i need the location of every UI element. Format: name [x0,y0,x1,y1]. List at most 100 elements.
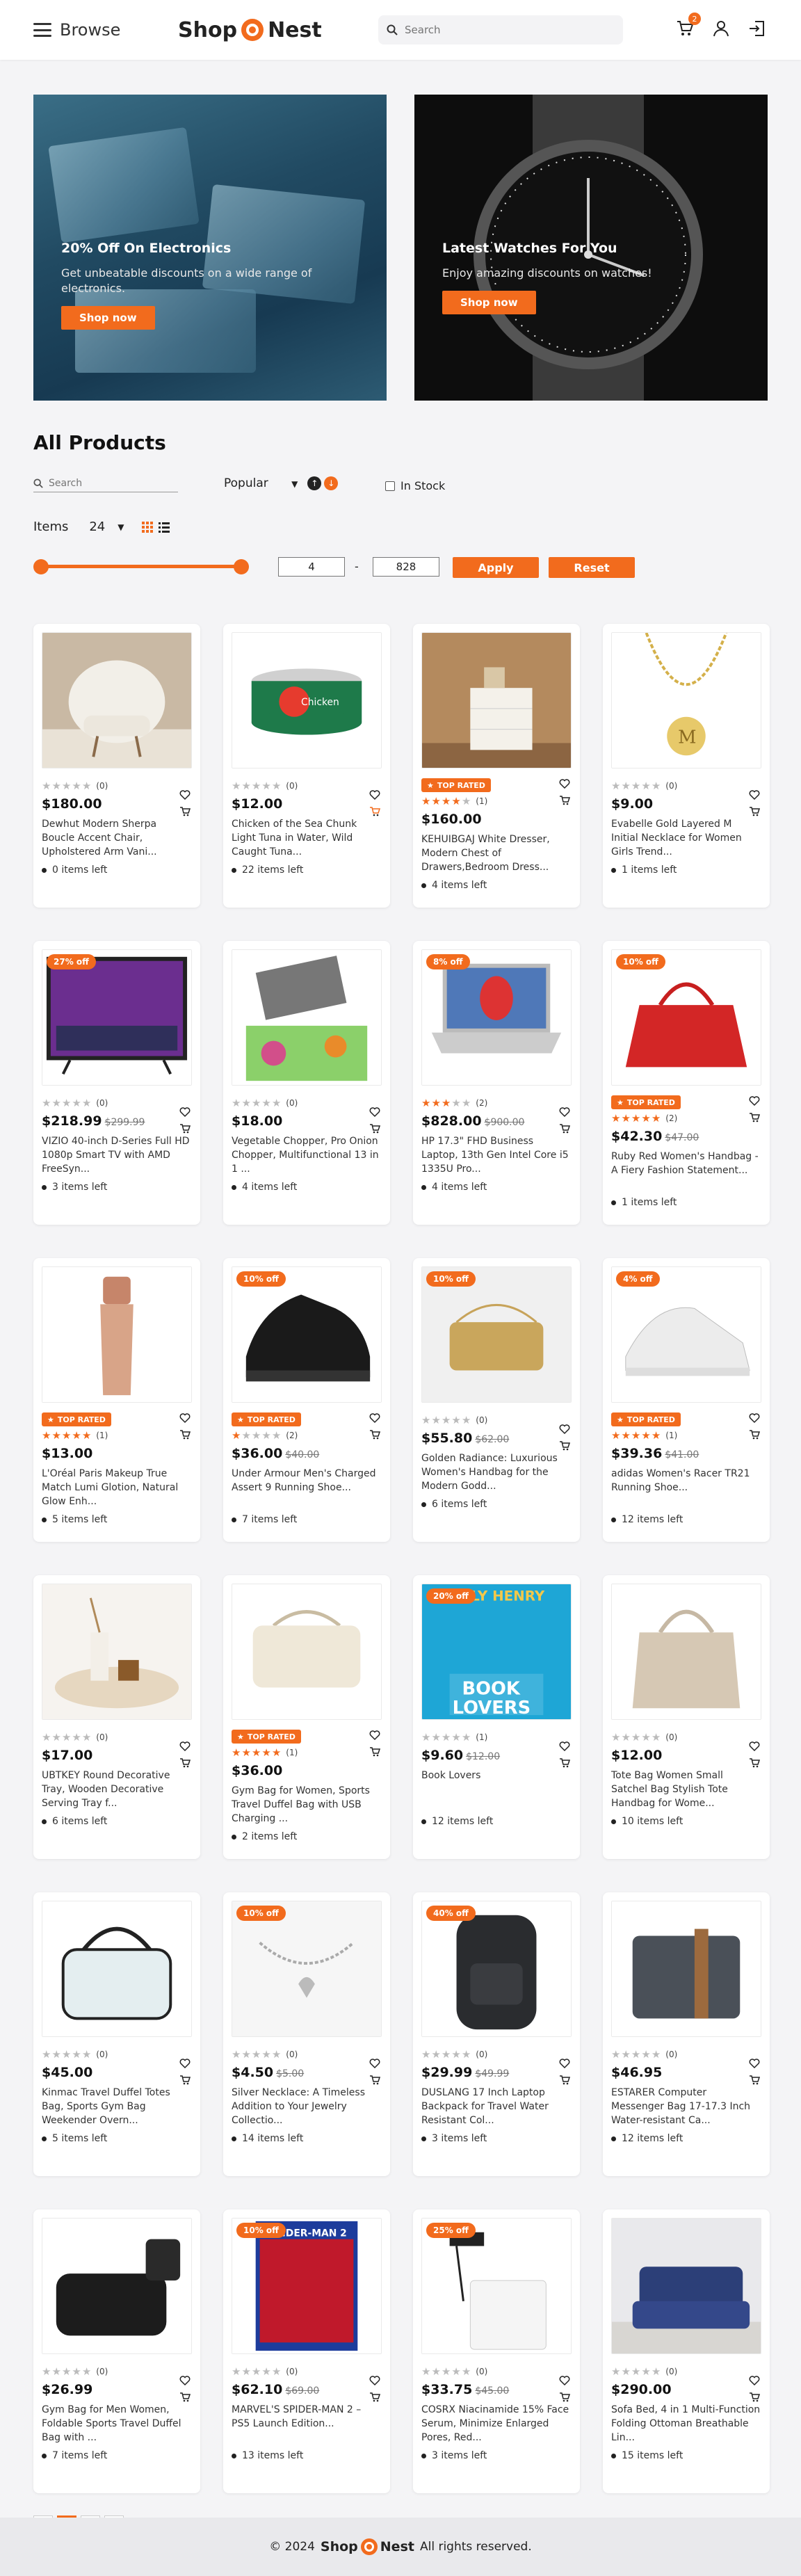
product-card[interactable]: ★★★★★ (0) $18.00 Vegetable Chopper, Pro Oni… [223,941,390,1225]
add-to-cart-icon[interactable] [179,806,191,817]
product-card[interactable]: ★ TOP RATED ★★★★★ (1) $160.00 KEHUIBGAJ White… [413,624,580,908]
add-to-cart-icon[interactable] [749,806,760,817]
product-image[interactable] [232,1584,382,1720]
product-card[interactable]: ★★★★★ (0) $45.00 Kinmac Travel Duffel Totes… [33,1892,200,2176]
add-to-cart-icon[interactable] [749,1112,760,1123]
add-to-cart-icon[interactable] [559,2392,570,2403]
product-card[interactable]: Chicken ★★★★★ (0) $12.00 Chicken of the Sea … [223,624,390,908]
heart-icon[interactable] [749,1095,760,1106]
product-image[interactable]: 10% off [611,949,761,1086]
heart-icon[interactable] [369,1106,380,1118]
product-name[interactable]: Dewhut Modern Sherpa Boucle Accent Chair… [42,817,192,859]
product-name[interactable]: Under Armour Men's Charged Assert 9 Runn… [232,1467,382,1508]
price-max-input[interactable]: 828 [373,557,439,577]
in-stock-checkbox[interactable] [385,481,395,491]
add-to-cart-icon[interactable] [179,1757,191,1769]
product-image[interactable]: 8% off [421,949,572,1086]
sort-descending-icon[interactable]: ↓ [324,476,339,490]
product-image[interactable] [42,2218,192,2354]
heart-icon[interactable] [179,789,191,800]
product-image[interactable] [611,1901,761,2037]
product-name[interactable]: Kinmac Travel Duffel Totes Bag, Sports G… [42,2086,192,2127]
shop-now-button[interactable]: Shop now [61,306,155,330]
heart-icon[interactable] [559,1424,570,1435]
add-to-cart-icon[interactable] [369,1123,380,1134]
product-card[interactable]: M ★★★★★ (0) $9.00 Evabelle Gold Layered M In… [603,624,770,908]
product-card[interactable]: ★★★★★ (0) $46.95 ESTARER Computer Messenger… [603,1892,770,2176]
slider-max-handle[interactable] [234,559,249,574]
heart-icon[interactable] [369,1730,380,1741]
heart-icon[interactable] [749,789,760,800]
items-per-page-select[interactable]: 24 ▼ [89,520,124,534]
product-name[interactable]: Silver Necklace: A Timeless Addition to … [232,2086,382,2127]
product-image[interactable]: 10% off [232,1266,382,1403]
heart-icon[interactable] [749,2375,760,2386]
product-card[interactable]: 10% off SPIDER-MAN 2 ★★★★★ (0) $62.10 $69.00 M… [223,2209,390,2493]
product-image[interactable]: 10% off [232,1901,382,2037]
product-name[interactable]: DUSLANG 17 Inch Laptop Backpack for Trav… [421,2086,572,2127]
heart-icon[interactable] [559,1106,570,1118]
product-image[interactable]: 40% off [421,1901,572,2037]
product-image[interactable]: M [611,632,761,768]
product-image[interactable]: 27% off [42,949,192,1086]
shop-now-button[interactable]: Shop now [442,291,536,314]
cart-button[interactable]: 2 [674,13,701,39]
product-image[interactable]: 25% off [421,2218,572,2354]
product-image[interactable] [611,2218,761,2354]
product-name[interactable]: KEHUIBGAJ White Dresser, Modern Chest of… [421,832,572,874]
list-view-icon[interactable] [158,521,170,533]
product-name[interactable]: Gym Bag for Women, Sports Travel Duffel … [232,1784,382,1826]
product-image[interactable] [611,1584,761,1720]
product-image[interactable]: 10% off [421,1266,572,1403]
add-to-cart-icon[interactable] [369,806,380,817]
product-name[interactable]: Gym Bag for Men Women, Foldable Sports T… [42,2403,192,2445]
add-to-cart-icon[interactable] [559,1440,570,1451]
product-image[interactable] [42,1266,192,1403]
product-image[interactable] [42,632,192,768]
heart-icon[interactable] [179,1106,191,1118]
add-to-cart-icon[interactable] [369,2392,380,2403]
heart-icon[interactable] [559,2375,570,2386]
product-search-input[interactable] [49,478,167,489]
heart-icon[interactable] [559,2058,570,2069]
product-card[interactable]: 10% off ★★★★★ (0) $4.50 $5.00 Silver Necklace… [223,1892,390,2176]
add-to-cart-icon[interactable] [749,2075,760,2086]
add-to-cart-icon[interactable] [179,2392,191,2403]
product-name[interactable]: Book Lovers [421,1769,572,1810]
heart-icon[interactable] [749,1412,760,1424]
product-image[interactable] [421,632,572,768]
logout-button[interactable] [747,18,768,39]
heart-icon[interactable] [179,2058,191,2069]
reset-button[interactable]: Reset [549,557,635,578]
product-card[interactable]: 40% off ★★★★★ (0) $29.99 $49.99 DUSLANG 17 In… [413,1892,580,2176]
product-name[interactable]: Tote Bag Women Small Satchel Bag Stylish… [611,1769,761,1810]
product-name[interactable]: adidas Women's Racer TR21 Running Shoe..… [611,1467,761,1508]
product-card[interactable]: 20% off EMILY HENRY BOOK LOVERS ★★★★★ (1) $9.6… [413,1575,580,1859]
add-to-cart-icon[interactable] [749,2392,760,2403]
product-image[interactable] [232,949,382,1086]
product-image[interactable] [42,1901,192,2037]
product-card[interactable]: 10% off ★ TOP RATED ★★★★★ (2) $42.30 $47.00 Rub… [603,941,770,1225]
product-card[interactable]: 10% off ★ TOP RATED ★★★★★ (2) $36.00 $40.00 Und… [223,1258,390,1542]
add-to-cart-icon[interactable] [369,1746,380,1757]
browse-menu-button[interactable]: Browse [33,20,120,40]
apply-button[interactable]: Apply [453,557,539,578]
add-to-cart-icon[interactable] [559,1757,570,1769]
product-card[interactable]: 25% off ★★★★★ (0) $33.75 $45.00 COSRX Niacina… [413,2209,580,2493]
heart-icon[interactable] [179,2375,191,2386]
add-to-cart-icon[interactable] [369,2075,380,2086]
product-name[interactable]: VIZIO 40-inch D-Series Full HD 1080p Sma… [42,1134,192,1176]
price-min-input[interactable]: 4 [278,557,345,577]
add-to-cart-icon[interactable] [179,2075,191,2086]
product-card[interactable]: 27% off ★★★★★ (0) $218.99 $299.99 VIZIO 40-in… [33,941,200,1225]
product-name[interactable]: Golden Radiance: Luxurious Women's Handb… [421,1451,572,1493]
product-card[interactable]: 4% off ★ TOP RATED ★★★★★ (1) $39.36 $41.00 adid… [603,1258,770,1542]
slider-min-handle[interactable] [33,559,49,574]
product-card[interactable]: ★ TOP RATED ★★★★★ (1) $36.00 Gym Bag for Wome… [223,1575,390,1859]
add-to-cart-icon[interactable] [749,1429,760,1440]
product-image[interactable]: Chicken [232,632,382,768]
heart-icon[interactable] [369,789,380,800]
product-card[interactable]: ★ TOP RATED ★★★★★ (1) $13.00 L'Oréal Paris Ma… [33,1258,200,1542]
product-name[interactable]: UBTKEY Round Decorative Tray, Wooden Dec… [42,1769,192,1810]
heart-icon[interactable] [179,1412,191,1424]
